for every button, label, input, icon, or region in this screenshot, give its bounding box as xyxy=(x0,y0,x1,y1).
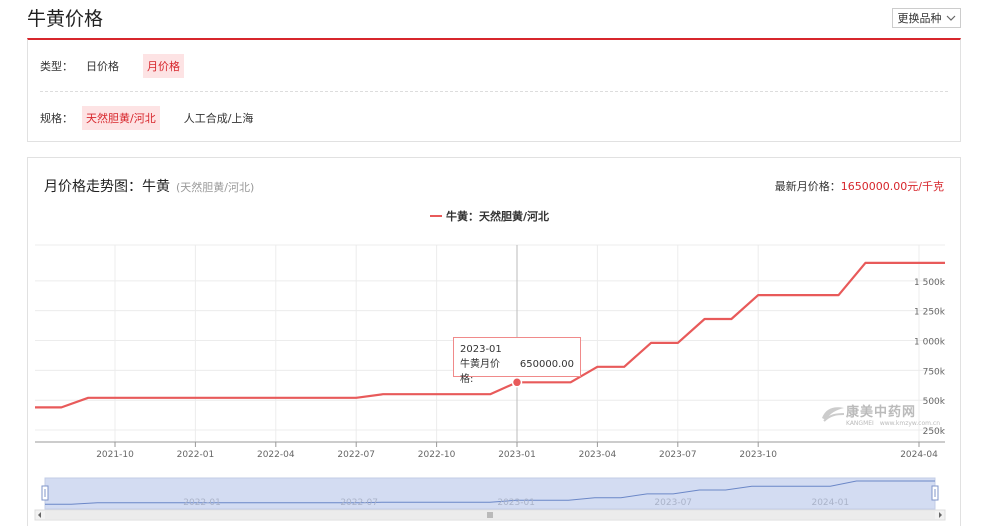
x-tick-label: 2024-04 xyxy=(900,450,938,460)
kangmei-watermark: 康美中药网 KANGMEI www.kmzyw.com.cn xyxy=(820,401,940,427)
y-tick-label: 750k xyxy=(923,367,946,377)
x-tick-label: 2022-01 xyxy=(177,450,215,460)
watermark-url: www.kmzyw.com.cn xyxy=(879,420,940,427)
kangmei-logo-icon xyxy=(822,407,845,422)
zoom-tick-label: 2022-07 xyxy=(340,498,378,508)
legend-label: 牛黄：天然胆黄/河北 xyxy=(446,209,549,223)
zoom-window xyxy=(44,477,936,510)
x-tick-label: 2022-04 xyxy=(257,450,295,460)
zoom-tick-label: 2023-01 xyxy=(497,498,535,508)
x-tick-label: 2023-07 xyxy=(659,450,697,460)
x-tick-label: 2021-10 xyxy=(96,450,134,460)
tooltip-label: 牛黄月价格: xyxy=(460,359,500,385)
watermark-name: 康美中药网 xyxy=(846,405,917,420)
x-tick-label: 2022-10 xyxy=(418,450,456,460)
x-tick-label: 2023-04 xyxy=(579,450,617,460)
watermark-brand: KANGMEI xyxy=(846,420,874,427)
zoom-tick-label: 2023-07 xyxy=(654,498,692,508)
y-tick-label: 250k xyxy=(923,427,946,437)
tooltip-date: 2023-01 xyxy=(460,344,502,355)
price-trend-chart[interactable]: 牛黄：天然胆黄/河北250k500k750k1 000k1 250k1 500k… xyxy=(0,0,1000,526)
chart-tooltip: 2023-01 牛黄月价格: 650000.00 xyxy=(453,337,581,385)
x-tick-label: 2023-01 xyxy=(498,450,536,460)
zoom-tick-label: 2024-01 xyxy=(811,498,849,508)
zoom-tick-label: 2022-01 xyxy=(183,498,221,508)
x-tick-label: 2022-07 xyxy=(337,450,375,460)
x-tick-label: 2023-10 xyxy=(739,450,777,460)
watermark-sub: KANGMEI www.kmzyw.com.cn xyxy=(846,420,940,427)
tooltip-value: 650000.00 xyxy=(519,359,574,370)
